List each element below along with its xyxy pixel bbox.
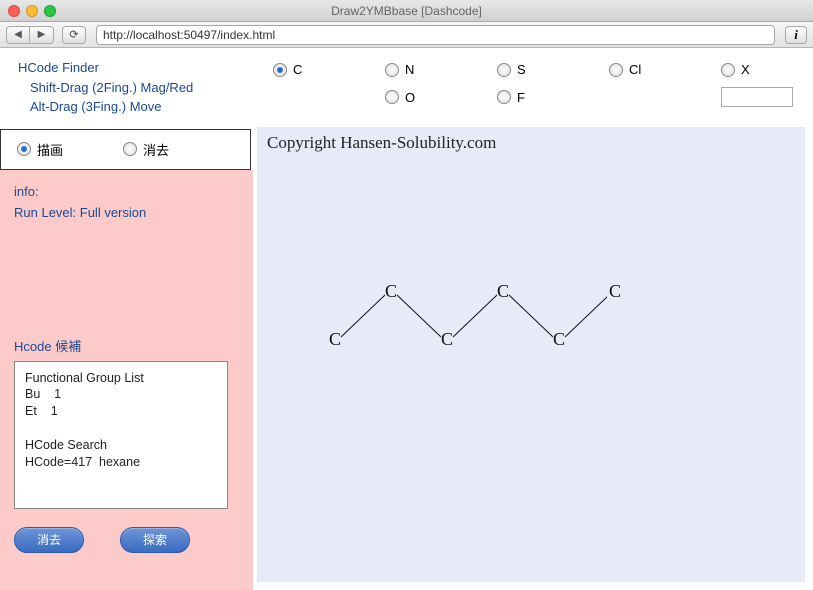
search-button[interactable]: 探索 — [120, 527, 190, 553]
mode-draw-radio[interactable]: 描画 — [17, 140, 63, 159]
candidates-label: Hcode 候補 — [14, 336, 239, 355]
radio-icon — [385, 63, 399, 77]
mode-erase-label: 消去 — [143, 140, 169, 159]
info-label: info: — [14, 184, 239, 199]
window-titlebar: Draw2YMBbase [Dashcode] — [0, 0, 813, 22]
radio-icon — [273, 63, 287, 77]
run-level: Run Level: Full version — [14, 205, 239, 220]
reload-button[interactable]: ⟳ — [62, 26, 86, 44]
info-panel: info: Run Level: Full version Hcode 候補 F… — [0, 170, 253, 590]
element-s-radio[interactable]: S — [497, 62, 553, 77]
radio-icon — [17, 142, 31, 156]
back-button[interactable]: ◀ — [6, 26, 30, 44]
url-field[interactable] — [96, 25, 775, 45]
radio-icon — [609, 63, 623, 77]
forward-button[interactable]: ▶ — [30, 26, 54, 44]
zoom-window-button[interactable] — [44, 5, 56, 17]
window-title: Draw2YMBbase [Dashcode] — [0, 4, 813, 18]
drawing-canvas[interactable]: Copyright Hansen-Solubility.com C C C C … — [257, 127, 805, 582]
element-f-radio[interactable]: F — [497, 90, 553, 105]
app-header: HCode Finder Shift-Drag (2Fing.) Mag/Red… — [0, 48, 253, 123]
element-x-radio[interactable]: X — [721, 62, 777, 77]
atom-c[interactable]: C — [497, 281, 509, 302]
clear-button[interactable]: 消去 — [14, 527, 84, 553]
copyright-text: Copyright Hansen-Solubility.com — [267, 133, 496, 153]
browser-toolbar: ◀ ▶ ⟳ i — [0, 22, 813, 48]
hint-alt-drag: Alt-Drag (3Fing.) Move — [18, 97, 235, 117]
mode-draw-label: 描画 — [37, 140, 63, 159]
radio-icon — [385, 90, 399, 104]
atom-c[interactable]: C — [609, 281, 621, 302]
app-title: HCode Finder — [18, 58, 235, 78]
radio-icon — [721, 63, 735, 77]
element-picker: C N S Cl X . O F . — [253, 48, 813, 127]
results-listbox[interactable]: Functional Group List Bu 1 Et 1 HCode Se… — [14, 361, 228, 509]
close-window-button[interactable] — [8, 5, 20, 17]
atom-c[interactable]: C — [441, 329, 453, 350]
custom-element-input[interactable] — [721, 87, 793, 107]
radio-icon — [497, 63, 511, 77]
minimize-window-button[interactable] — [26, 5, 38, 17]
element-c-radio[interactable]: C — [273, 62, 329, 77]
info-button[interactable]: i — [785, 26, 807, 44]
atom-c[interactable]: C — [329, 329, 341, 350]
mode-selector: 描画 消去 — [0, 129, 251, 170]
atom-c[interactable]: C — [553, 329, 565, 350]
element-cl-radio[interactable]: Cl — [609, 62, 665, 77]
element-o-radio[interactable]: O — [385, 90, 441, 105]
element-n-radio[interactable]: N — [385, 62, 441, 77]
radio-icon — [497, 90, 511, 104]
mode-erase-radio[interactable]: 消去 — [123, 140, 169, 159]
radio-icon — [123, 142, 137, 156]
hint-shift-drag: Shift-Drag (2Fing.) Mag/Red — [18, 78, 235, 98]
atom-c[interactable]: C — [385, 281, 397, 302]
